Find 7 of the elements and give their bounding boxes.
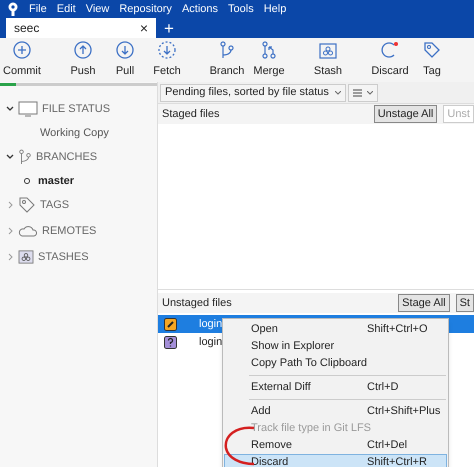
shortcut-label: Ctrl+D [367, 380, 398, 396]
shortcut-label: Shift+Ctrl+O [367, 322, 428, 338]
shortcut-label: Ctrl+Shift+Plus [367, 404, 440, 420]
section-title: Staged files [162, 106, 220, 122]
shortcut-label: Shift+Ctrl+R [367, 455, 427, 467]
shortcut-label: Ctrl+Del [367, 438, 408, 454]
section-title: Unstaged files [162, 296, 233, 311]
